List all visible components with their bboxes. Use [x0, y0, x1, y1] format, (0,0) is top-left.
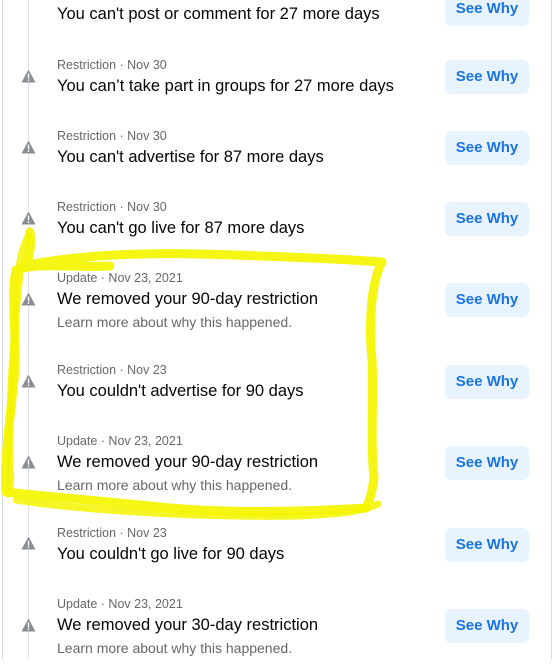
warning-icon: [21, 618, 36, 632]
entry-title: You can't advertise for 87 more days: [57, 148, 324, 166]
learn-more-text[interactable]: Learn more about why this happened.: [57, 640, 292, 656]
entry-meta: Restriction · Nov 30: [57, 129, 167, 143]
see-why-button[interactable]: See Why: [445, 131, 529, 165]
timeline-entry: Restriction · Nov 30 You can't advertise…: [0, 126, 554, 196]
timeline-entry: Update · Nov 23, 2021 We removed your 90…: [0, 431, 554, 501]
warning-icon: [21, 455, 36, 469]
entry-title: You couldn't go live for 90 days: [57, 545, 285, 563]
entry-meta: Update · Nov 23, 2021: [57, 597, 183, 611]
warning-icon: [21, 140, 36, 154]
timeline-entry: Update · Nov 23, 2021 We removed your 90…: [0, 268, 554, 338]
timeline-entry: Restriction · Nov 23 You couldn't go liv…: [0, 523, 554, 593]
entry-title: You can't go live for 87 more days: [57, 219, 305, 237]
timeline-entry: You can't post or comment for 27 more da…: [0, 0, 554, 26]
see-why-button[interactable]: See Why: [445, 609, 529, 643]
timeline-entry: Update · Nov 23, 2021 We removed your 30…: [0, 594, 554, 664]
account-status-timeline: You can't post or comment for 27 more da…: [0, 0, 554, 659]
entry-title: You couldn't advertise for 90 days: [57, 382, 304, 400]
learn-more-text[interactable]: Learn more about why this happened.: [57, 314, 292, 330]
entry-meta: Update · Nov 23, 2021: [57, 434, 183, 448]
warning-icon: [21, 536, 36, 550]
see-why-button[interactable]: See Why: [445, 283, 529, 317]
see-why-button[interactable]: See Why: [445, 202, 529, 236]
entry-title: We removed your 90-day restriction: [57, 290, 319, 308]
entry-meta: Restriction · Nov 23: [57, 363, 167, 377]
timeline-entry: Restriction · Nov 30 You can't go live f…: [0, 197, 554, 267]
timeline-entry: Restriction · Nov 23 You couldn't advert…: [0, 360, 554, 430]
see-why-button[interactable]: See Why: [445, 60, 529, 94]
entry-title: You can’t take part in groups for 27 mor…: [57, 77, 394, 95]
entry-meta: Restriction · Nov 23: [57, 526, 167, 540]
entry-title: We removed your 90-day restriction: [57, 453, 319, 471]
learn-more-text[interactable]: Learn more about why this happened.: [57, 477, 292, 493]
warning-icon: [21, 374, 36, 388]
see-why-button[interactable]: See Why: [445, 528, 529, 562]
see-why-button[interactable]: See Why: [445, 365, 529, 399]
timeline-entry: Restriction · Nov 30 You can’t take part…: [0, 55, 554, 125]
warning-icon: [21, 292, 36, 306]
see-why-button[interactable]: See Why: [445, 446, 529, 480]
entry-title: We removed your 30-day restriction: [57, 616, 319, 634]
entry-meta: Restriction · Nov 30: [57, 58, 167, 72]
entry-meta: Restriction · Nov 30: [57, 200, 167, 214]
warning-icon: [21, 211, 36, 225]
entry-title: You can't post or comment for 27 more da…: [57, 5, 380, 23]
entry-meta: Update · Nov 23, 2021: [57, 271, 183, 285]
warning-icon: [21, 69, 36, 83]
see-why-button[interactable]: See Why: [445, 0, 529, 26]
